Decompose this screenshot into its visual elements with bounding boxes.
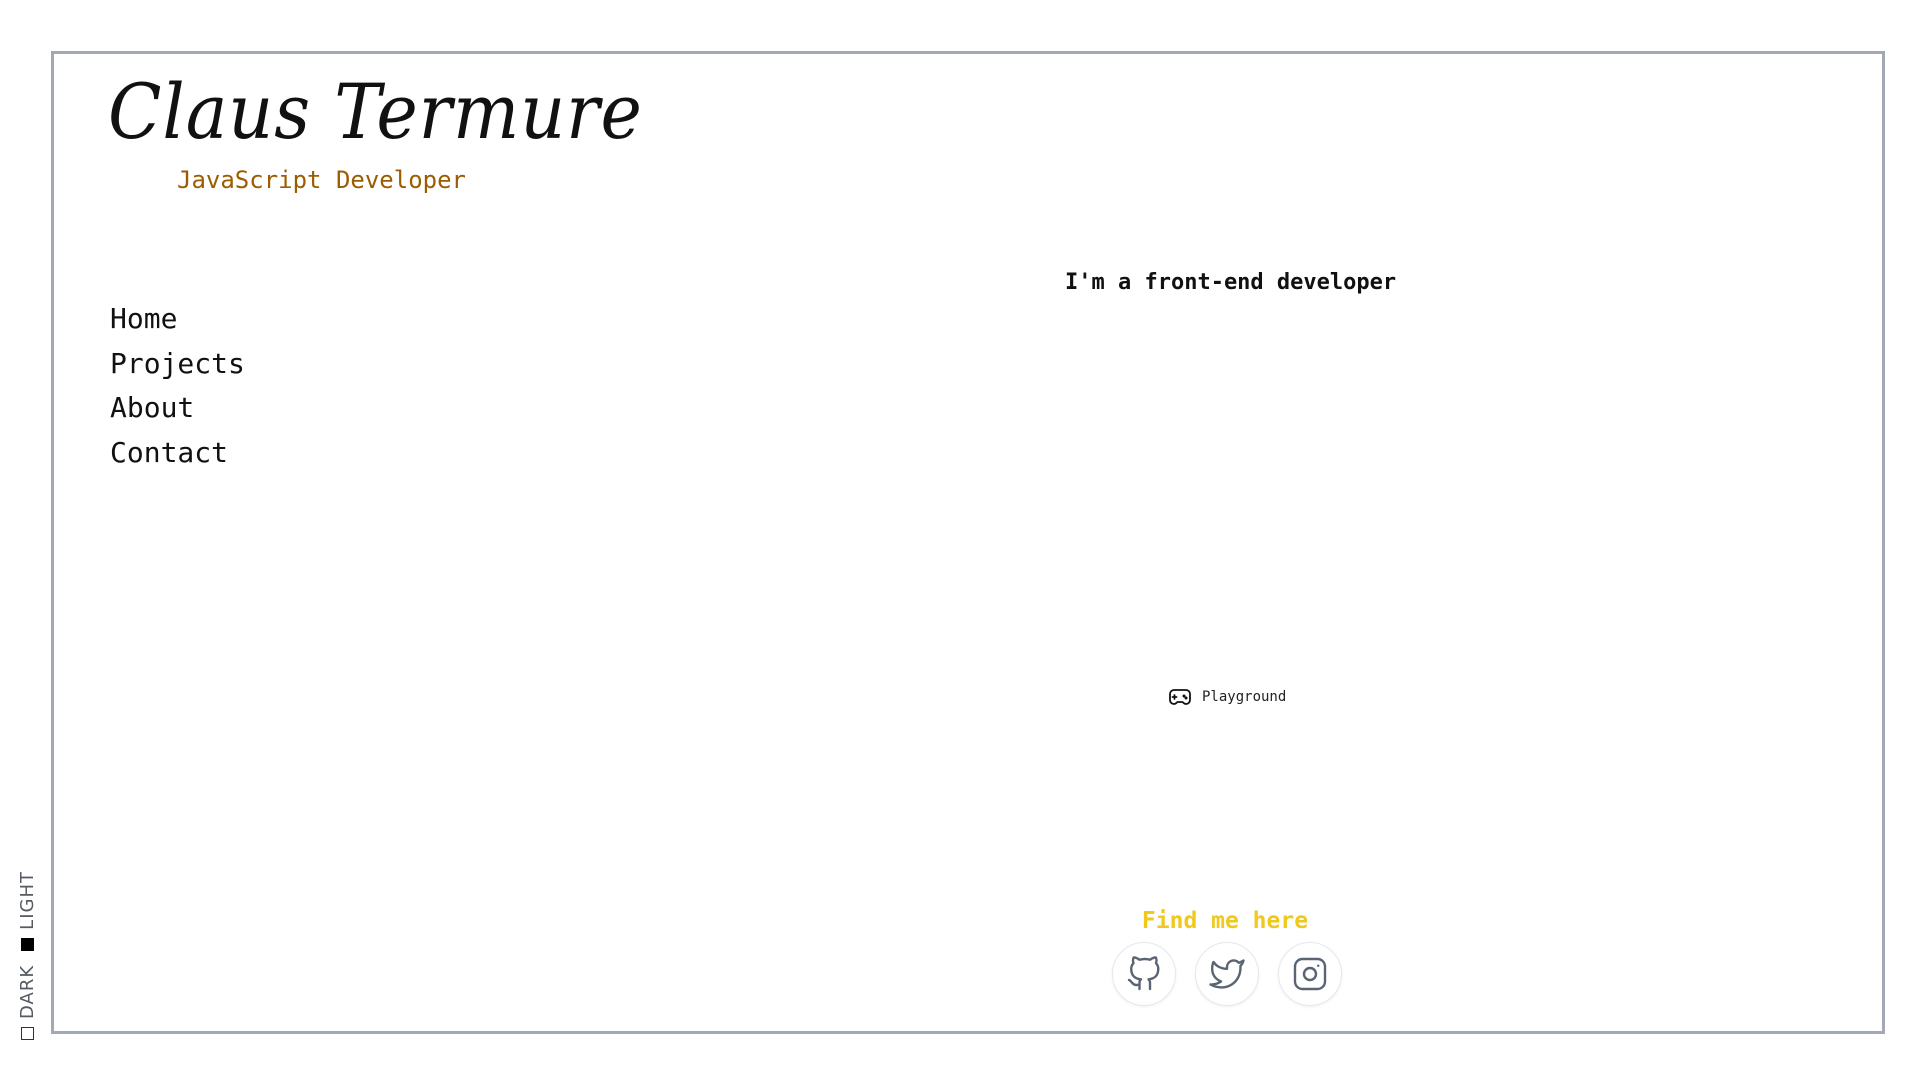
instagram-link[interactable] [1278,942,1342,1006]
page-frame [51,51,1885,1034]
brand: Claus Termure JavaScript Developer [108,67,689,195]
social-links [1112,942,1342,1006]
nav-item-about[interactable]: About [110,386,245,431]
nav-item-home[interactable]: Home [110,297,245,342]
github-link[interactable] [1112,942,1176,1006]
theme-toggle: DARK LIGHT [17,871,38,1040]
theme-light-checkbox[interactable] [21,937,34,951]
theme-option-dark[interactable]: DARK [17,965,38,1040]
theme-dark-label: DARK [17,964,38,1019]
github-icon [1126,956,1162,992]
theme-dark-checkbox[interactable] [21,1027,34,1040]
gamepad-icon [1168,688,1192,706]
nav-item-contact[interactable]: Contact [110,431,245,476]
playground-link[interactable]: Playground [1168,688,1286,706]
twitter-icon [1209,956,1245,992]
brand-role: JavaScript Developer [177,166,466,194]
twitter-link[interactable] [1195,942,1259,1006]
theme-light-label: LIGHT [17,871,38,930]
nav-item-projects[interactable]: Projects [110,342,245,387]
theme-option-light[interactable]: LIGHT [17,871,38,951]
intro-text: I'm a front-end developer [1065,270,1397,295]
find-me-title: Find me here [1141,908,1309,934]
playground-label: Playground [1202,689,1287,705]
main-nav: Home Projects About Contact [110,297,245,475]
brand-name: Claus Termure [108,67,643,156]
instagram-icon [1292,956,1328,992]
